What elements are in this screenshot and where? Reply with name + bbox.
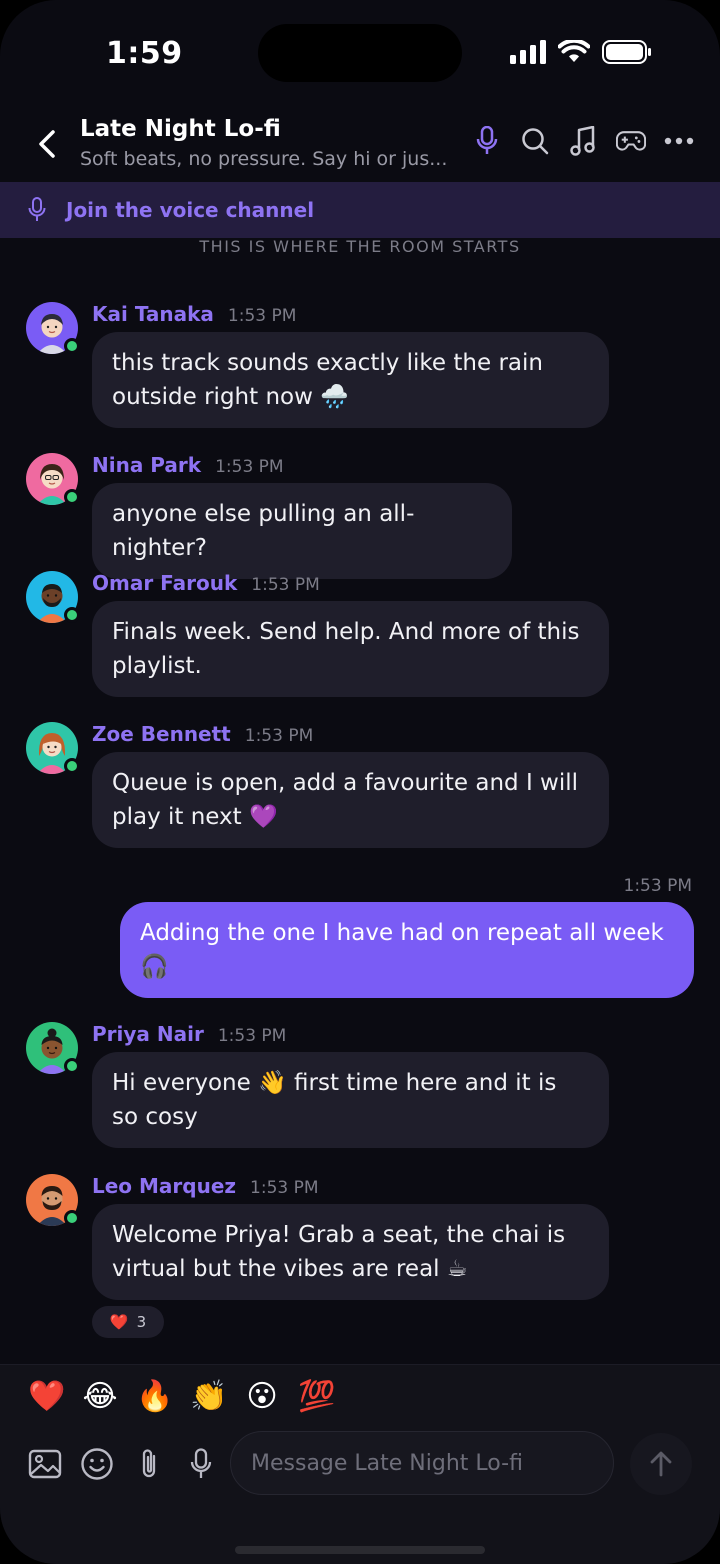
microphone-icon[interactable] xyxy=(182,1445,220,1483)
quick-reaction-heart[interactable]: ❤️ xyxy=(28,1379,65,1414)
battery-icon xyxy=(602,40,652,64)
sender-name[interactable]: Leo Marquez xyxy=(92,1174,236,1198)
avatar[interactable] xyxy=(26,722,80,774)
sender-name[interactable]: Omar Farouk xyxy=(92,571,237,595)
quick-reaction-clap[interactable]: 👏 xyxy=(190,1379,227,1414)
sender-name[interactable]: Priya Nair xyxy=(92,1022,204,1046)
more-icon[interactable] xyxy=(664,126,694,156)
join-voice-label: Join the voice channel xyxy=(66,198,315,222)
online-status-dot xyxy=(64,758,80,774)
wifi-icon xyxy=(558,40,590,64)
image-icon[interactable] xyxy=(26,1445,64,1483)
channel-subtitle: Soft beats, no pressure. Say hi or jus..… xyxy=(80,148,448,170)
message-bubble[interactable]: Finals week. Send help. And more of this… xyxy=(92,601,609,697)
message-bubble[interactable]: this track sounds exactly like the rain … xyxy=(92,332,609,428)
back-button[interactable] xyxy=(30,124,64,164)
message-timestamp: 1:53 PM xyxy=(250,1178,319,1198)
channel-title[interactable]: Late Night Lo-fi xyxy=(80,116,281,142)
join-voice-banner[interactable]: Join the voice channel xyxy=(0,182,720,238)
cellular-signal-icon xyxy=(510,40,546,64)
quick-reaction-laugh[interactable]: 😂 xyxy=(82,1379,118,1414)
quick-reaction-hundred[interactable]: 💯 xyxy=(298,1379,335,1414)
home-indicator xyxy=(235,1546,485,1554)
emoji-icon[interactable] xyxy=(78,1445,116,1483)
message-timestamp: 1:53 PM xyxy=(251,575,320,595)
send-button[interactable] xyxy=(630,1433,692,1495)
message-timestamp: 1:53 PM xyxy=(227,306,297,326)
quick-reaction-fire[interactable]: 🔥 xyxy=(136,1379,173,1414)
quick-reactions: ❤️ 😂 🔥 👏 😮 💯 xyxy=(28,1379,335,1414)
online-status-dot xyxy=(64,489,80,505)
microphone-icon xyxy=(28,197,50,223)
phone-screen: 1:59 Late Night Lo-fi Soft beats, no pre… xyxy=(0,0,720,1564)
avatar[interactable] xyxy=(26,1022,80,1074)
music-icon[interactable] xyxy=(568,126,598,156)
online-status-dot xyxy=(64,1058,80,1074)
message-timestamp: 1:53 PM xyxy=(215,457,284,477)
avatar[interactable] xyxy=(26,453,80,505)
status-bar: 1:59 xyxy=(0,0,720,104)
message-bubble[interactable]: Welcome Priya! Grab a seat, the chai is … xyxy=(92,1204,609,1300)
search-icon[interactable] xyxy=(520,126,550,156)
message-timestamp: 1:53 PM xyxy=(217,1026,287,1046)
room-start-divider: THIS IS WHERE THE ROOM STARTS xyxy=(199,237,521,256)
avatar[interactable] xyxy=(26,1174,80,1226)
dynamic-island xyxy=(258,24,462,82)
online-status-dot xyxy=(64,607,80,623)
status-time: 1:59 xyxy=(106,36,183,71)
reaction-chip[interactable]: ❤️ 3 xyxy=(92,1306,164,1338)
microphone-icon[interactable] xyxy=(472,126,502,156)
avatar[interactable] xyxy=(26,571,80,623)
own-message-timestamp: 1:53 PM xyxy=(623,876,693,896)
attachment-icon[interactable] xyxy=(130,1445,168,1483)
arrow-up-icon xyxy=(650,1451,672,1477)
online-status-dot xyxy=(64,338,80,354)
reaction-count: 3 xyxy=(136,1313,147,1331)
heart-reaction-emoji: ❤️ xyxy=(109,1313,129,1331)
gamepad-icon[interactable] xyxy=(616,126,646,156)
chat-header: Late Night Lo-fi Soft beats, no pressure… xyxy=(0,104,720,182)
sender-name[interactable]: Nina Park xyxy=(92,453,201,477)
quick-reaction-wow[interactable]: 😮 xyxy=(244,1379,280,1414)
sender-name[interactable]: Zoe Bennett xyxy=(92,722,231,746)
message-bubble[interactable]: anyone else pulling an all-nighter? xyxy=(92,483,512,579)
online-status-dot xyxy=(64,1210,80,1226)
avatar[interactable] xyxy=(26,302,80,354)
message-input[interactable] xyxy=(230,1431,614,1495)
chevron-left-icon xyxy=(39,130,55,158)
own-message-bubble[interactable]: Adding the one I have had on repeat all … xyxy=(120,902,694,998)
sender-name[interactable]: Kai Tanaka xyxy=(92,302,214,326)
message-timestamp: 1:53 PM xyxy=(244,726,314,746)
message-bubble[interactable]: Hi everyone 👋 first time here and it is … xyxy=(92,1052,609,1148)
composer: ❤️ 😂 🔥 👏 😮 💯 xyxy=(0,1364,720,1564)
message-bubble[interactable]: Queue is open, add a favourite and I wil… xyxy=(92,752,609,848)
